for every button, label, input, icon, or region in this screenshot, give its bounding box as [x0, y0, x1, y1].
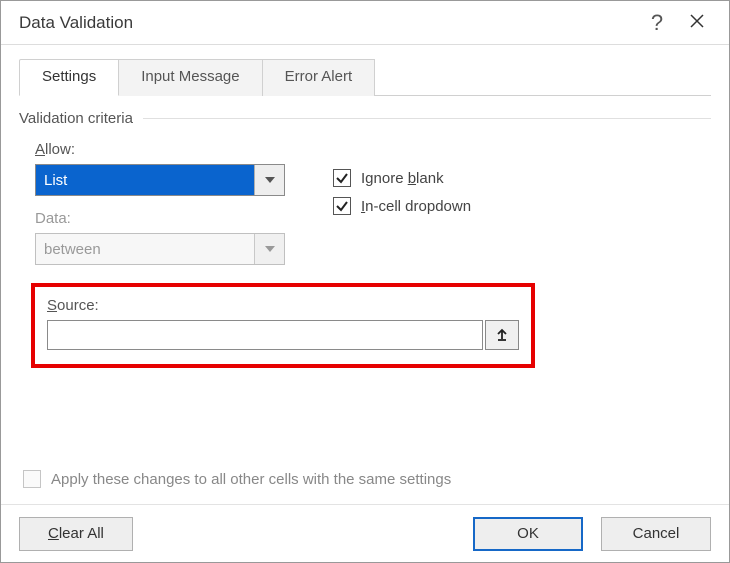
- allow-label: Allow:: [35, 141, 305, 158]
- source-label: Source:: [47, 297, 519, 314]
- tab-settings[interactable]: Settings: [19, 59, 119, 96]
- source-input[interactable]: [47, 320, 483, 350]
- button-bar: Clear All OK Cancel: [1, 504, 729, 562]
- incell-dropdown-checkbox[interactable]: [333, 197, 351, 215]
- close-button[interactable]: [677, 13, 717, 32]
- ignore-blank-row: Ignore blank: [333, 169, 471, 187]
- data-label: Data:: [35, 210, 305, 227]
- tab-input-message[interactable]: Input Message: [119, 59, 262, 96]
- data-value: between: [36, 234, 254, 264]
- ok-button[interactable]: OK: [473, 517, 583, 551]
- ignore-blank-checkbox[interactable]: [333, 169, 351, 187]
- tab-error-alert[interactable]: Error Alert: [263, 59, 376, 96]
- section-header: Validation criteria: [19, 110, 711, 127]
- clear-all-button[interactable]: Clear All: [19, 517, 133, 551]
- close-icon: [689, 13, 705, 29]
- allow-combo[interactable]: List: [35, 164, 285, 196]
- check-icon: [335, 171, 349, 185]
- source-highlight-box: Source:: [31, 283, 535, 368]
- collapse-dialog-icon: [495, 328, 509, 342]
- tab-bar: Settings Input Message Error Alert: [19, 59, 711, 96]
- apply-changes-label: Apply these changes to all other cells w…: [51, 471, 451, 488]
- chevron-down-icon: [265, 177, 275, 183]
- data-combo: between: [35, 233, 285, 265]
- check-icon: [335, 199, 349, 213]
- range-selector-button[interactable]: [485, 320, 519, 350]
- cancel-button[interactable]: Cancel: [601, 517, 711, 551]
- title-bar: Data Validation ?: [1, 1, 729, 45]
- data-dropdown-button: [254, 234, 284, 264]
- allow-dropdown-button[interactable]: [254, 165, 284, 195]
- ignore-blank-label: Ignore blank: [361, 170, 444, 187]
- allow-value: List: [36, 165, 254, 195]
- section-divider: [143, 118, 711, 119]
- incell-dropdown-row: In-cell dropdown: [333, 197, 471, 215]
- apply-changes-checkbox: [23, 470, 41, 488]
- apply-changes-row: Apply these changes to all other cells w…: [23, 470, 451, 488]
- dialog-title: Data Validation: [19, 13, 637, 33]
- chevron-down-icon: [265, 246, 275, 252]
- incell-dropdown-label: In-cell dropdown: [361, 198, 471, 215]
- help-button[interactable]: ?: [637, 10, 677, 36]
- section-label: Validation criteria: [19, 110, 133, 127]
